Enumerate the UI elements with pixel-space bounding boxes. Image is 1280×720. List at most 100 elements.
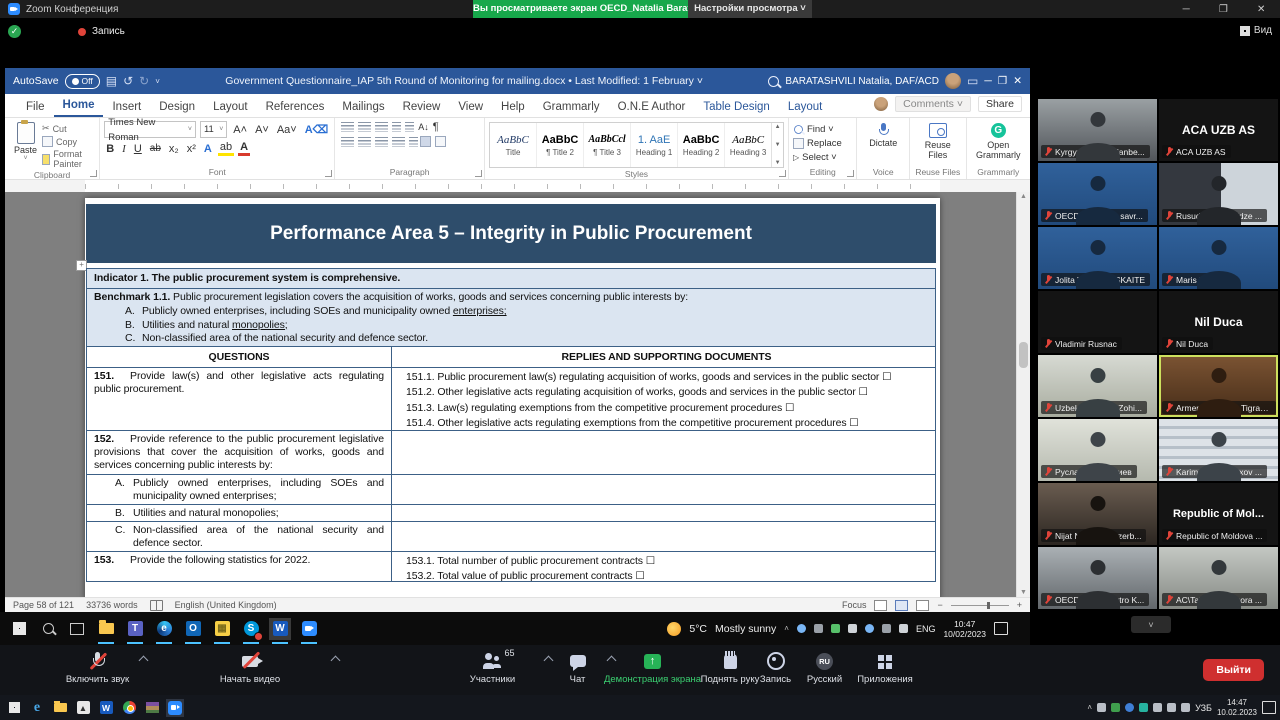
participant-tile-rusudan[interactable]: Rusudan Mikhelidze ... (1159, 163, 1278, 225)
participant-tile-nijat[interactable]: Nijat Naghiyev/Azerb... (1038, 483, 1157, 545)
strikethrough-button[interactable]: ab (148, 143, 163, 154)
host-word-button[interactable]: W (97, 699, 115, 717)
tray-icon-onedrive[interactable] (865, 624, 874, 633)
close-button[interactable]: ✕ (1257, 4, 1265, 15)
style-title-2[interactable]: AaBbC¶ Title 2 (537, 123, 584, 167)
multilevel-list-icon[interactable] (375, 122, 388, 132)
interpretation-button[interactable]: RU Русский (797, 651, 852, 685)
font-size-select[interactable]: 11˅ (200, 121, 227, 138)
style-title[interactable]: AaBbCTitle (490, 123, 537, 167)
tab-grammarly[interactable]: Grammarly (534, 98, 609, 117)
align-center-icon[interactable] (358, 137, 371, 147)
paste-button[interactable]: Paste ˅ (9, 121, 42, 163)
document-page[interactable]: Performance Area 5 – Integrity in Public… (85, 198, 940, 597)
tray-icon-display[interactable] (1167, 703, 1176, 712)
decrease-indent-icon[interactable] (392, 122, 401, 132)
participant-tile-olga[interactable]: OECD ACN olga savr... (1038, 163, 1157, 225)
read-mode-icon[interactable] (874, 600, 887, 611)
zoom-slider-thumb[interactable] (987, 602, 990, 609)
search-icon[interactable] (768, 76, 779, 87)
zoom-taskbar-button[interactable] (298, 618, 320, 640)
scroll-up-icon[interactable]: ▲ (1017, 193, 1030, 200)
tab-mailings[interactable]: Mailings (333, 98, 393, 117)
more-participants-button[interactable]: ˅ (1131, 616, 1171, 633)
underline-button[interactable]: U (132, 143, 144, 155)
autosave-toggle[interactable]: Off (65, 74, 100, 89)
subrow-152c[interactable]: C.Non-classified area of the national se… (86, 522, 936, 552)
scroll-down-icon[interactable]: ▼ (1017, 589, 1030, 596)
tray-icon-antivirus[interactable] (1111, 703, 1120, 712)
participant-tile-nil-duca[interactable]: Nil Duca Nil Duca (1159, 291, 1278, 353)
maximize-button[interactable]: ❐ (1219, 4, 1228, 15)
word-taskbar-button[interactable]: W (269, 618, 291, 640)
host-keyboard-language[interactable]: УЗБ (1195, 703, 1212, 713)
text-effects-button[interactable]: A (202, 143, 214, 155)
styles-gallery-scroll[interactable]: ▲▼▼ (771, 123, 783, 167)
view-settings-button[interactable]: Настройки просмотра ˅ (688, 0, 812, 18)
line-spacing-icon[interactable] (409, 137, 418, 147)
bullets-icon[interactable] (341, 122, 354, 132)
styles-dialog-launcher[interactable] (779, 170, 786, 177)
word-minimize-button[interactable]: ─ (984, 75, 991, 87)
print-layout-icon[interactable] (895, 600, 908, 611)
font-dialog-launcher[interactable] (325, 170, 332, 177)
tray-icon-volume[interactable] (1181, 703, 1190, 712)
leave-meeting-button[interactable]: Выйти (1203, 659, 1264, 681)
subrow-152b[interactable]: B.Utilities and natural monopolies; (86, 505, 936, 522)
save-icon[interactable]: ▤ (106, 74, 117, 88)
zoom-slider[interactable] (951, 605, 1009, 606)
unmute-button[interactable]: Включить звук (45, 651, 150, 685)
zoom-in-button[interactable]: + (1017, 600, 1022, 610)
host-mail-button[interactable]: ▲ (74, 699, 92, 717)
scrollbar-thumb[interactable] (1019, 342, 1028, 368)
question-row-152[interactable]: 152.Provide reference to the public proc… (86, 431, 936, 475)
borders-icon[interactable] (435, 136, 446, 147)
host-edge-button[interactable]: e (28, 699, 46, 717)
ribbon-display-icon[interactable]: ▭ (967, 74, 978, 88)
host-winrar-button[interactable] (143, 699, 161, 717)
tray-icon-display[interactable] (882, 624, 891, 633)
participant-tile-armenia-active-speaker[interactable]: Armenia-Hasmik Tigrany... (1159, 355, 1278, 417)
weather-temp[interactable]: 5°C (689, 623, 707, 635)
pilcrow-button[interactable]: ¶ (431, 121, 441, 133)
tray-icon-app2[interactable] (1139, 703, 1148, 712)
focus-mode-button[interactable]: Focus (842, 600, 867, 610)
tab-help[interactable]: Help (492, 98, 534, 117)
word-close-button[interactable]: ✕ (1013, 75, 1022, 87)
taskbar-search-button[interactable] (37, 618, 59, 640)
style-heading-1[interactable]: 1. AaEHeading 1 (631, 123, 678, 167)
comments-button[interactable]: Comments ˅ (895, 96, 971, 112)
word-count[interactable]: 33736 words (86, 600, 138, 610)
language-indicator[interactable]: English (United Kingdom) (175, 600, 277, 610)
paragraph-dialog-launcher[interactable] (475, 170, 482, 177)
grow-font-button[interactable]: A˄ (231, 124, 249, 136)
bold-button[interactable]: B (104, 143, 116, 155)
participants-button[interactable]: 65 Участники (455, 651, 530, 685)
font-name-select[interactable]: Times New Roman˅ (104, 121, 196, 138)
tab-file[interactable]: File (17, 98, 54, 117)
participant-tile-vladimir[interactable]: Vladimir Rusnac (1038, 291, 1157, 353)
tray-icon-teams[interactable] (848, 624, 857, 633)
style-title-3[interactable]: AaBbCcl¶ Title 3 (584, 123, 631, 167)
shading-icon[interactable] (420, 136, 431, 147)
find-button[interactable]: Find ˅ (793, 124, 842, 135)
skype-button[interactable]: S (240, 618, 262, 640)
shrink-font-button[interactable]: A˅ (253, 124, 271, 136)
word-restore-button[interactable]: ❐ (998, 75, 1007, 87)
participants-caret[interactable] (544, 656, 554, 666)
host-chrome-button[interactable] (120, 699, 138, 717)
outlook-button[interactable]: O (182, 618, 204, 640)
change-case-button[interactable]: Aa˅ (275, 124, 299, 136)
view-button[interactable]: Вид (1240, 25, 1272, 36)
style-heading-2[interactable]: AaBbCHeading 2 (678, 123, 725, 167)
clock[interactable]: 10:4710/02/2023 (943, 619, 986, 639)
benchmark-row[interactable]: Benchmark 1.1. Public procurement legisl… (86, 289, 936, 347)
justify-icon[interactable] (392, 137, 405, 147)
share-button[interactable]: Share (978, 96, 1022, 112)
vertical-scrollbar[interactable]: ▲ ▼ (1016, 192, 1030, 597)
tray-icon-app1[interactable] (1125, 703, 1134, 712)
editing-dialog-launcher[interactable] (847, 170, 854, 177)
edge-button[interactable]: e (153, 618, 175, 640)
keyboard-language[interactable]: ENG (916, 624, 936, 634)
sort-button[interactable]: A↓ (416, 122, 431, 132)
